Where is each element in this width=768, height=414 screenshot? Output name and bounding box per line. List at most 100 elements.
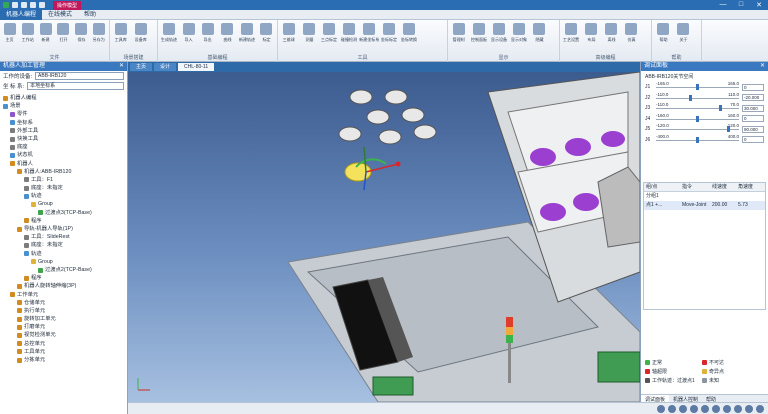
joint-value-input[interactable]: -20.000: [742, 94, 764, 102]
tree-node[interactable]: 打磨单元: [0, 323, 127, 331]
tree-node[interactable]: 仓储单元: [0, 299, 127, 307]
tree-node[interactable]: 底座：未指定: [0, 184, 127, 192]
tree-node[interactable]: 场景: [0, 102, 127, 110]
ribbon-button[interactable]: 主页: [2, 23, 18, 43]
joint-value-input[interactable]: 0: [742, 136, 764, 144]
ribbon-button[interactable]: 新建坐标系: [359, 23, 379, 43]
tree-node[interactable]: 视觉检测单元: [0, 331, 127, 339]
rotate-view-icon[interactable]: [690, 404, 698, 413]
tree-node[interactable]: 坐标系: [0, 119, 127, 127]
ribbon-button[interactable]: 测量: [300, 23, 318, 43]
document-tab[interactable]: 设计: [154, 63, 177, 71]
ribbon-button[interactable]: 保存: [73, 23, 89, 43]
fit-view-icon[interactable]: [679, 404, 687, 413]
tree-node[interactable]: 机器人:ABB-IRB120: [0, 168, 127, 176]
ribbon-button[interactable]: 布局: [582, 23, 600, 43]
joint-value-input[interactable]: 90.000: [742, 125, 764, 133]
tree-node[interactable]: 过渡点3(TCP-Base): [0, 209, 127, 217]
side-view-icon[interactable]: [734, 404, 742, 413]
tree-node[interactable]: 旋转加工单元: [0, 315, 127, 323]
redo-icon[interactable]: [39, 2, 45, 8]
ribbon-button[interactable]: 管理树: [450, 23, 468, 43]
tree-node[interactable]: 机器人编程: [0, 94, 127, 102]
tree-node[interactable]: 工具：F1: [0, 176, 127, 184]
ribbon-button[interactable]: 导出: [199, 23, 216, 43]
tree-node[interactable]: 程序: [0, 274, 127, 282]
undo-icon[interactable]: [30, 2, 36, 8]
slider-handle[interactable]: [696, 115, 699, 122]
joint-value-input[interactable]: 0: [742, 115, 764, 123]
ribbon-button[interactable]: 显示设备: [490, 23, 508, 43]
tree-node[interactable]: 轨迹: [0, 250, 127, 258]
tree-node[interactable]: 机器人旋转轴伸缩(3P): [0, 282, 127, 290]
tree-node[interactable]: 快换工具: [0, 135, 127, 143]
tree-node[interactable]: 零件: [0, 110, 127, 118]
tree-node[interactable]: 导轨-机器人导轨(1P): [0, 225, 127, 233]
robot-select[interactable]: ABB-IRB120: [35, 72, 124, 80]
iso-view-icon[interactable]: [745, 404, 753, 413]
joint-slider[interactable]: -160.0 160.0: [656, 113, 739, 123]
close-icon[interactable]: ✕: [760, 62, 768, 71]
tab-robot-programming[interactable]: 机器人编程: [0, 9, 43, 20]
joint-slider[interactable]: -110.0 110.0: [656, 92, 739, 102]
ribbon-button[interactable]: 坐标标定: [380, 23, 398, 43]
ribbon-button[interactable]: 坐标转换: [400, 23, 418, 43]
col-header-point[interactable]: 组/点: [644, 183, 680, 191]
ribbon-button[interactable]: 新建: [38, 23, 54, 43]
ribbon-button[interactable]: 曲线: [219, 23, 236, 43]
new-icon[interactable]: [12, 2, 18, 8]
tree-node[interactable]: 底座: [0, 143, 127, 151]
joint-value-input[interactable]: 30.000: [742, 104, 764, 112]
tree-node[interactable]: 外部工具: [0, 127, 127, 135]
ribbon-button[interactable]: 仿真: [622, 23, 640, 43]
tree-node[interactable]: 程序: [0, 217, 127, 225]
joint-value-input[interactable]: 0: [742, 83, 764, 91]
tree-node[interactable]: 分拣单元: [0, 356, 127, 364]
pan-view-icon[interactable]: [701, 404, 709, 413]
ribbon-button[interactable]: 打开: [55, 23, 71, 43]
col-header-linear-speed[interactable]: 线速度: [710, 183, 736, 191]
slider-handle[interactable]: [688, 94, 692, 101]
slider-handle[interactable]: [719, 105, 723, 112]
ribbon-button[interactable]: 生成轨迹: [160, 23, 178, 43]
table-row[interactable]: 点1 +... Move-Joint 200.00 5.73: [644, 201, 765, 210]
joint-slider[interactable]: -120.0 120.0: [656, 123, 739, 133]
tab-help[interactable]: 帮助: [78, 10, 102, 20]
joint-slider[interactable]: -110.0 70.0: [656, 102, 739, 112]
ribbon-button[interactable]: 另存为: [91, 23, 107, 43]
slider-handle[interactable]: [696, 84, 699, 91]
top-view-icon[interactable]: [723, 404, 731, 413]
minimize-button[interactable]: —: [714, 1, 732, 9]
close-button[interactable]: ✕: [750, 1, 768, 9]
3d-scene[interactable]: [128, 72, 640, 402]
close-icon[interactable]: ✕: [119, 62, 127, 71]
ribbon-button[interactable]: 控制面板: [470, 23, 488, 43]
tree-node[interactable]: 执行单元: [0, 307, 127, 315]
context-tab[interactable]: 操作模型: [53, 0, 82, 10]
tree-node[interactable]: Group: [0, 258, 127, 266]
tree-node[interactable]: 总控单元: [0, 340, 127, 348]
tree-node[interactable]: 工具：SlideRest: [0, 233, 127, 241]
ribbon-button[interactable]: 碰撞检测: [340, 23, 358, 43]
slider-handle[interactable]: [696, 136, 699, 143]
tree-node[interactable]: 工作单元: [0, 291, 127, 299]
render-mode-icon[interactable]: [756, 404, 764, 413]
ribbon-button[interactable]: 工艺设置: [562, 23, 580, 43]
joint-slider[interactable]: -400.0 400.0: [656, 134, 739, 144]
ribbon-button[interactable]: 离线: [602, 23, 620, 43]
ribbon-button[interactable]: 关于: [674, 23, 692, 43]
ribbon-button[interactable]: 设备库: [132, 23, 150, 43]
tree-node[interactable]: 工具单元: [0, 348, 127, 356]
tree-node[interactable]: 机器人: [0, 160, 127, 168]
ribbon-button[interactable]: 隐藏: [530, 23, 548, 43]
coord-select[interactable]: 本地坐标系: [27, 82, 124, 90]
tree-node[interactable]: Group: [0, 200, 127, 208]
slider-handle[interactable]: [726, 126, 730, 133]
tab-online-mode[interactable]: 在线模式: [42, 10, 78, 20]
ribbon-button[interactable]: 帮助: [654, 23, 672, 43]
tree-node[interactable]: 状态机: [0, 151, 127, 159]
save-icon[interactable]: [21, 2, 27, 8]
zoom-out-icon[interactable]: [668, 404, 676, 413]
ribbon-button[interactable]: 三维球: [280, 23, 298, 43]
tree-node[interactable]: 轨迹: [0, 192, 127, 200]
